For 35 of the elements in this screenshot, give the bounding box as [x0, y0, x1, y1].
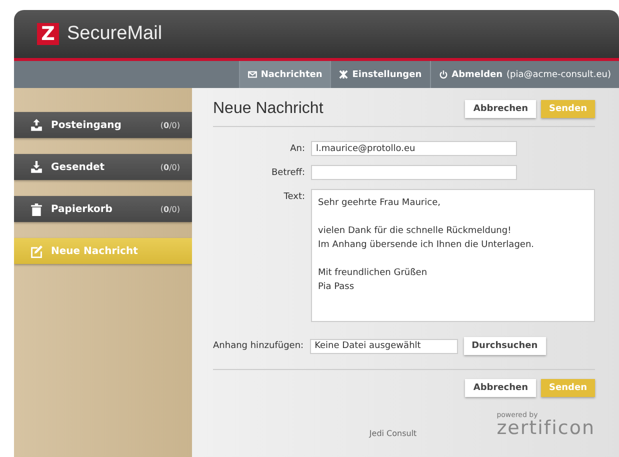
- folder-label: Papierkorb: [51, 204, 114, 214]
- tray-down-arrow-icon: [30, 160, 43, 174]
- app-title: SecureMail: [67, 23, 162, 45]
- power-icon: [438, 70, 448, 79]
- folder-label: Neue Nachricht: [51, 246, 139, 256]
- folder-item[interactable]: Papierkorb (0/0): [14, 196, 192, 222]
- edit-icon: [30, 244, 43, 258]
- logo-icon: Z: [37, 23, 59, 45]
- field-label: An:: [289, 144, 305, 154]
- settings-icon: [339, 70, 348, 79]
- page-title: Neue Nachricht: [213, 100, 324, 118]
- browse-button[interactable]: Durchsuchen: [464, 337, 546, 355]
- subject-field[interactable]: [311, 165, 517, 180]
- recipient-field[interactable]: l.maurice@protollo.eu: [311, 141, 517, 156]
- message-count: (0/0): [160, 204, 180, 214]
- field-label: Text:: [282, 191, 305, 202]
- cancel-button[interactable]: Abbrechen: [465, 100, 536, 118]
- trash-icon: [30, 202, 43, 216]
- tray-up-arrow-icon: [30, 118, 43, 132]
- cancel-button[interactable]: Abbrechen: [465, 379, 536, 397]
- message-count: (0/0): [160, 120, 180, 130]
- folder-label: Gesendet: [51, 162, 106, 172]
- field-label: Anhang hinzufügen:: [213, 341, 304, 351]
- message-count: (0/0): [160, 162, 180, 172]
- envelope-icon: [248, 70, 257, 79]
- nav-link[interactable]: Nachrichten: [238, 61, 330, 88]
- folder-item[interactable]: Posteingang (0/0): [14, 112, 192, 138]
- user-email: (pia@acme-consult.eu): [506, 70, 611, 80]
- folder-label: Posteingang: [51, 120, 122, 130]
- folder-item[interactable]: Gesendet (0/0): [14, 154, 192, 180]
- field-label: Betreff:: [270, 168, 305, 178]
- company-name: Jedi Consult: [369, 429, 417, 438]
- message-field[interactable]: Sehr geehrte Frau Maurice, vielen Dank für die schnelle Rückmeldung! Im Anhang übersende ich Ihnen die Unterlagen. Mit freundlichen Grüßen Pia Pass: [311, 189, 595, 322]
- brand-logo: zertificon: [496, 419, 595, 438]
- file-field[interactable]: Keine Datei ausgewählt: [310, 338, 458, 354]
